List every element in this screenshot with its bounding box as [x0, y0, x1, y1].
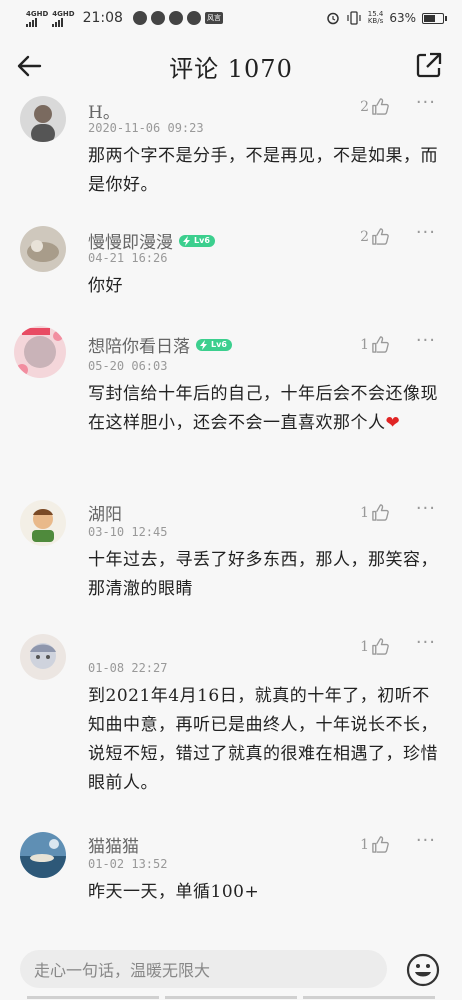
comment-username[interactable]: 想陪你看日落 Lv6 — [88, 332, 232, 357]
clock: 21:08 — [82, 10, 123, 26]
system-nav-bar — [0, 996, 462, 1000]
thumbs-up-icon — [372, 98, 389, 115]
more-dots-icon[interactable]: ··· — [416, 498, 436, 519]
header: 评论 1070 — [0, 36, 462, 96]
signal-2: 4GHD — [52, 10, 75, 27]
level-badge: Lv6 — [196, 338, 232, 351]
wechat-icon — [186, 11, 201, 25]
notification-app-icon — [132, 11, 147, 25]
comment-input-bar: 走心一句话，温暖无限大 — [0, 942, 462, 1000]
comment-username[interactable]: 猫猫猫 — [88, 832, 139, 857]
lightning-icon — [200, 339, 207, 350]
share-icon[interactable] — [414, 50, 444, 80]
like-button[interactable]: 1 — [360, 335, 390, 354]
app-tag: 风言 — [204, 12, 223, 24]
more-dots-icon[interactable]: ··· — [416, 330, 436, 351]
comment-time: 03-10 12:45 — [88, 525, 168, 539]
more-dots-icon[interactable]: ··· — [416, 92, 436, 113]
status-bar: 4GHD 4GHD 21:08 风言 15.4 KB/s 63% — [0, 0, 462, 36]
comment-time: 2020-11-06 09:23 — [88, 121, 204, 135]
vibrate-icon — [347, 11, 361, 25]
battery-icon — [422, 12, 447, 24]
comment-username[interactable]: H。 — [88, 98, 120, 123]
comment-time: 04-21 16:26 — [88, 251, 168, 265]
like-button[interactable]: 2 — [360, 97, 390, 116]
battery-fill — [424, 14, 436, 22]
more-dots-icon[interactable]: ··· — [416, 222, 436, 243]
comment-input[interactable]: 走心一句话，温暖无限大 — [20, 950, 387, 988]
notification-app-icon-2 — [168, 11, 183, 25]
like-button[interactable]: 1 — [360, 637, 390, 656]
comment-text: 写封信给十年后的自己，十年后会不会还像现在这样胆小，还会不会一直喜欢那个人❤ — [88, 384, 438, 433]
comment-text: 那两个字不是分手，不是再见，不是如果，而是你好。 — [88, 146, 438, 195]
comment-username[interactable]: 慢慢即漫漫 Lv6 — [88, 228, 215, 253]
more-dots-icon[interactable]: ··· — [416, 632, 436, 653]
thumbs-up-icon — [372, 228, 389, 245]
battery-percent: 63% — [389, 11, 416, 25]
comment-text: 到2021年4月16日，就真的十年了，初听不知曲中意，再听已是曲终人，十年说长不… — [88, 686, 438, 793]
comment-text: 昨天一天，单循100+ — [88, 882, 260, 902]
emoji-smile-icon[interactable] — [406, 953, 440, 987]
thumbs-up-icon — [372, 504, 389, 521]
thumbs-up-icon — [372, 638, 389, 655]
comment-text: 你好 — [88, 276, 123, 296]
avatar[interactable] — [20, 832, 66, 878]
alarm-icon — [326, 12, 339, 25]
comment-time: 01-02 13:52 — [88, 857, 168, 871]
signal-1: 4GHD — [26, 10, 48, 27]
like-button[interactable]: 1 — [360, 503, 390, 522]
like-button[interactable]: 1 — [360, 835, 390, 854]
comment-text: 十年过去，寻丢了好多东西，那人，那笑容，那清澈的眼睛 — [88, 550, 438, 599]
more-dots-icon[interactable]: ··· — [416, 830, 436, 851]
thumbs-up-icon — [372, 336, 389, 353]
avatar[interactable] — [20, 96, 66, 142]
avatar[interactable] — [20, 500, 66, 546]
thumbs-up-icon — [372, 836, 389, 853]
avatar[interactable] — [20, 634, 66, 680]
lightning-icon — [183, 235, 190, 246]
comment-time: 05-20 06:03 — [88, 359, 168, 373]
comment-time: 01-08 22:27 — [88, 661, 168, 675]
comment-username[interactable]: 湖阳 — [88, 500, 122, 525]
level-badge: Lv6 — [179, 234, 215, 247]
arrow-left-icon[interactable] — [14, 50, 46, 82]
like-button[interactable]: 2 — [360, 227, 390, 246]
avatar[interactable] — [20, 226, 66, 272]
qq-icon — [150, 11, 165, 25]
network-speed: 15.4 KB/s — [367, 10, 384, 25]
page-title: 评论 1070 — [169, 54, 293, 83]
avatar[interactable] — [14, 326, 66, 378]
